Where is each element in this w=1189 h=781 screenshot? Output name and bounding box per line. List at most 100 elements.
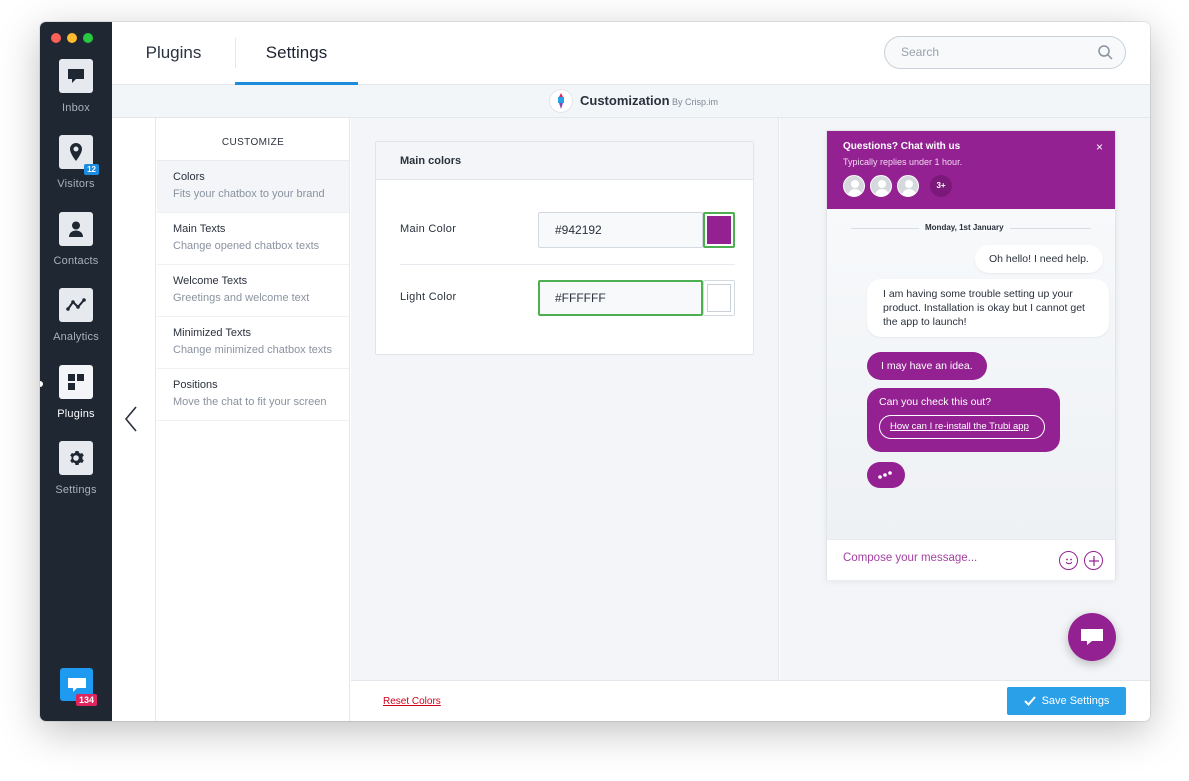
sidebar-item-label: Contacts: [53, 255, 99, 267]
footer-bar: Reset Colors Save Settings: [351, 680, 1150, 721]
search-box: [884, 36, 1126, 69]
settings-content: Main colors Main Color #942192 Light Col…: [351, 118, 779, 680]
close-window-button[interactable]: [51, 33, 61, 43]
message-bubble: Oh hello! I need help.: [975, 245, 1103, 273]
chatbox-preview: Questions? Chat with us Typically replie…: [780, 118, 1150, 680]
main-color-preview: [707, 216, 731, 244]
back-column: [112, 118, 156, 721]
analytics-icon: [59, 288, 93, 322]
menu-item-positions[interactable]: Positions Move the chat to fit your scre…: [157, 369, 349, 421]
main-colors-card: Main colors Main Color #942192 Light Col…: [375, 141, 754, 355]
sidebar-item-contacts[interactable]: Contacts: [40, 212, 112, 267]
menu-item-title: Colors: [173, 171, 205, 183]
divider: [400, 264, 735, 265]
crisp-app-icon[interactable]: 134: [60, 668, 97, 706]
compose-bar: [827, 539, 1115, 580]
plugin-header: Customization By Crisp.im: [112, 85, 1150, 118]
chat-messages: Monday, 1st January Oh hello! I need hel…: [827, 209, 1115, 539]
person-icon: [59, 212, 93, 246]
avatar: [870, 175, 892, 197]
main-color-swatch[interactable]: [703, 212, 735, 248]
typing-indicator: [867, 462, 905, 488]
plugin-author: By Crisp.im: [672, 97, 719, 107]
light-color-preview: [707, 284, 731, 312]
light-color-input[interactable]: #FFFFFF: [538, 280, 703, 316]
save-settings-label: Save Settings: [1041, 695, 1110, 707]
menu-item-desc: Change opened chatbox texts: [173, 240, 320, 252]
more-operators-badge: 3+: [930, 175, 952, 197]
sidebar-item-label: Visitors: [57, 178, 95, 190]
search-icon[interactable]: [1098, 45, 1113, 65]
minimize-window-button[interactable]: [67, 33, 77, 43]
sidebar-item-visitors[interactable]: 12 Visitors: [40, 135, 112, 190]
menu-item-title: Main Texts: [173, 223, 226, 235]
plugin-name: Customization: [580, 93, 670, 108]
chat-launcher-button[interactable]: [1068, 613, 1116, 661]
avatar: [843, 175, 865, 197]
chevron-left-icon[interactable]: [124, 406, 138, 437]
sidebar-item-plugins[interactable]: Plugins: [40, 365, 112, 420]
menu-item-desc: Change minimized chatbox texts: [173, 344, 332, 356]
chat-header-subtitle: Typically replies under 1 hour.: [843, 157, 963, 167]
chat-header: Questions? Chat with us Typically replie…: [827, 131, 1115, 209]
message-bubble: I may have an idea.: [867, 352, 987, 380]
light-color-label: Light Color: [400, 291, 457, 303]
save-settings-button[interactable]: Save Settings: [1007, 687, 1126, 715]
sidebar-item-label: Inbox: [62, 102, 90, 114]
menu-item-main-texts[interactable]: Main Texts Change opened chatbox texts: [157, 213, 349, 265]
chat-window: Questions? Chat with us Typically replie…: [826, 130, 1116, 580]
plugin-logo-icon: [549, 89, 573, 113]
inbox-icon: [59, 59, 93, 93]
maximize-window-button[interactable]: [83, 33, 93, 43]
main-color-input[interactable]: #942192: [538, 212, 703, 248]
sidebar-item-inbox[interactable]: Inbox: [40, 59, 112, 114]
sidebar-item-settings[interactable]: Settings: [40, 441, 112, 496]
visitors-count-badge: 12: [84, 164, 99, 175]
checkmark-icon: [1023, 696, 1036, 706]
sidebar-item-label: Analytics: [53, 331, 99, 343]
emoji-icon[interactable]: [1059, 551, 1078, 570]
menu-item-title: Welcome Texts: [173, 275, 248, 287]
message-link[interactable]: How can I re-install the Trubi app: [879, 415, 1045, 439]
menu-item-welcome-texts[interactable]: Welcome Texts Greetings and welcome text: [157, 265, 349, 317]
unread-count-badge: 134: [75, 694, 97, 706]
sidebar: Inbox 12 Visitors Contacts Analytics Plu…: [40, 22, 112, 721]
light-color-swatch[interactable]: [703, 280, 735, 316]
search-input[interactable]: [901, 45, 1081, 59]
main-color-label: Main Color: [400, 223, 457, 235]
main-color-row: Main Color #942192: [400, 212, 735, 280]
sidebar-item-label: Settings: [55, 484, 97, 496]
menu-item-title: Minimized Texts: [173, 327, 252, 339]
message-bubble: I am having some trouble setting up your…: [867, 279, 1109, 337]
plus-icon[interactable]: [1084, 551, 1103, 570]
plugins-icon: [59, 365, 93, 399]
sidebar-item-analytics[interactable]: Analytics: [40, 288, 112, 343]
compose-input[interactable]: [843, 552, 1043, 564]
customize-menu: CUSTOMIZE Colors Fits your chatbox to yo…: [157, 118, 350, 721]
app-window: Inbox 12 Visitors Contacts Analytics Plu…: [40, 22, 1150, 721]
menu-item-colors[interactable]: Colors Fits your chatbox to your brand: [157, 161, 349, 213]
menu-item-title: Positions: [173, 379, 218, 391]
menu-item-desc: Fits your chatbox to your brand: [173, 188, 325, 200]
menu-item-desc: Move the chat to fit your screen: [173, 396, 327, 408]
operator-avatars: 3+: [843, 175, 952, 197]
top-bar: Plugins Settings: [112, 22, 1150, 85]
reset-colors-link[interactable]: Reset Colors: [383, 696, 441, 707]
message-text: Can you check this out?: [879, 396, 992, 408]
chat-header-title: Questions? Chat with us: [843, 141, 961, 152]
menu-item-minimized-texts[interactable]: Minimized Texts Change minimized chatbox…: [157, 317, 349, 369]
menu-title: CUSTOMIZE: [157, 118, 349, 161]
close-icon[interactable]: ×: [1096, 140, 1103, 154]
avatar: [897, 175, 919, 197]
tab-settings[interactable]: Settings: [235, 22, 358, 85]
map-pin-icon: 12: [59, 135, 99, 175]
light-color-row: Light Color #FFFFFF: [400, 280, 735, 348]
sidebar-item-label: Plugins: [57, 408, 95, 420]
date-separator: Monday, 1st January: [851, 223, 1091, 233]
tab-plugins[interactable]: Plugins: [112, 22, 235, 85]
date-label: Monday, 1st January: [919, 223, 1010, 232]
gear-icon: [59, 441, 93, 475]
menu-item-desc: Greetings and welcome text: [173, 292, 310, 304]
card-title: Main colors: [376, 142, 753, 180]
message-bubble: Can you check this out? How can I re-ins…: [867, 388, 1060, 452]
